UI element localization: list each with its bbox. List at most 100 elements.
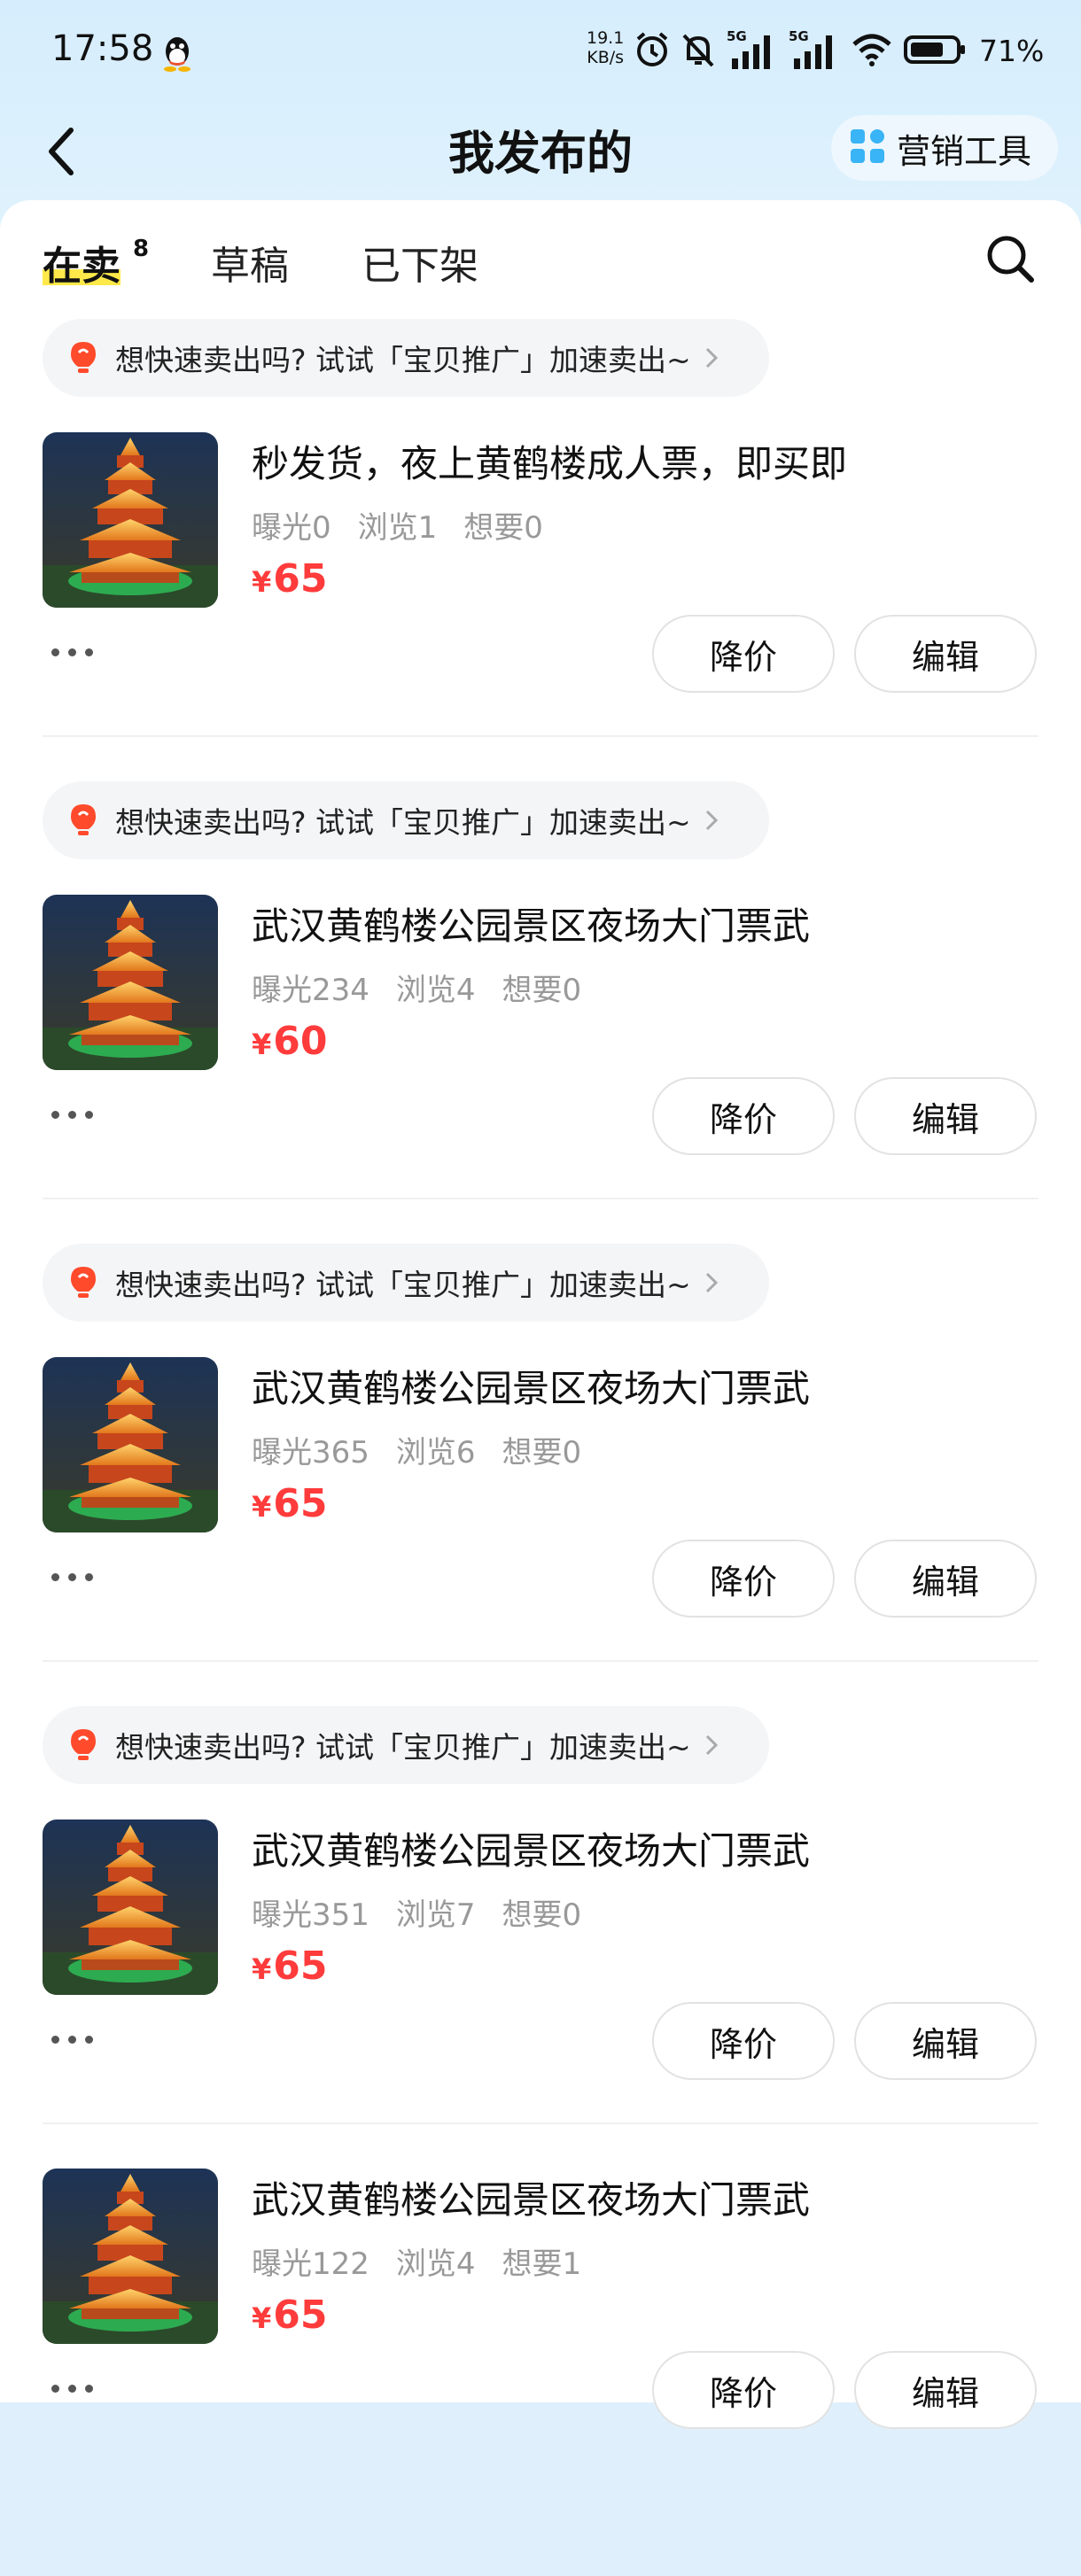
search-icon [984, 236, 1037, 289]
listing-card[interactable]: 想快速卖出吗? 试试「宝贝推广」加速卖出~ 武汉黄鹤楼公园景区夜场大门票武 曝光… [0, 1706, 1081, 2124]
listing-title[interactable]: 武汉黄鹤楼公园景区夜场大门票武 [252, 1359, 810, 1413]
tab-removed[interactable]: 已下架 [362, 234, 478, 291]
stat-exposure: 曝光351 [252, 1897, 369, 1933]
stat-views: 浏览7 [395, 1897, 476, 1933]
promo-text: 想快速卖出吗? 试试「宝贝推广」加速卖出~ [115, 343, 691, 377]
promo-text: 想快速卖出吗? 试试「宝贝推广」加速卖出~ [115, 1730, 691, 1765]
listing-card[interactable]: 想快速卖出吗? 试试「宝贝推广」加速卖出~ 秒发货，夜上黄鹤楼成人票，即买即 曝… [0, 319, 1081, 737]
marketing-tools-button[interactable]: 营销工具 [831, 115, 1058, 181]
promo-banner[interactable]: 想快速卖出吗? 试试「宝贝推广」加速卖出~ [43, 319, 769, 397]
more-options-button[interactable] [51, 2378, 101, 2399]
price-value: 65 [273, 556, 328, 601]
listing-card[interactable]: 想快速卖出吗? 试试「宝贝推广」加速卖出~ 武汉黄鹤楼公园景区夜场大门票武 曝光… [0, 1244, 1081, 1662]
marketing-tools-label: 营销工具 [897, 131, 1032, 171]
listing-thumbnail[interactable] [43, 1819, 218, 1995]
listing-price: ¥65 [252, 1944, 328, 1989]
nav-bar: 我发布的 营销工具 [0, 106, 1081, 204]
edit-button[interactable]: 编辑 [854, 615, 1037, 693]
listing-title[interactable]: 武汉黄鹤楼公园景区夜场大门票武 [252, 896, 810, 950]
reduce-price-button[interactable]: 降价 [652, 2351, 835, 2429]
stat-wants: 想要0 [502, 1435, 582, 1470]
more-options-button[interactable] [51, 2029, 101, 2050]
listing-stats: 曝光234 浏览4 想要0 [252, 966, 608, 1009]
svg-text:5G: 5G [789, 28, 809, 44]
stat-exposure: 曝光365 [252, 1435, 369, 1470]
stat-exposure: 曝光234 [252, 973, 369, 1008]
promo-banner[interactable]: 想快速卖出吗? 试试「宝贝推广」加速卖出~ [43, 1706, 769, 1784]
edit-button[interactable]: 编辑 [854, 1540, 1037, 1618]
net-speed-unit: KB/s [587, 48, 625, 67]
listing-thumbnail[interactable] [43, 895, 218, 1070]
listing-title[interactable]: 秒发货，夜上黄鹤楼成人票，即买即 [252, 434, 847, 488]
listing-title[interactable]: 武汉黄鹤楼公园景区夜场大门票武 [252, 1821, 810, 1875]
listing-title[interactable]: 武汉黄鹤楼公园景区夜场大门票武 [252, 2170, 810, 2224]
price-currency: ¥ [252, 1952, 272, 1986]
chevron-right-icon [704, 1733, 719, 1757]
promo-banner[interactable]: 想快速卖出吗? 试试「宝贝推广」加速卖出~ [43, 781, 769, 859]
main-sheet: 在卖 8 草稿 已下架 想快速卖出吗? 试试「宝贝推广」加速卖出~ 秒发货，夜上… [0, 200, 1081, 2429]
price-value: 65 [273, 2293, 328, 2338]
listing-thumbnail[interactable] [43, 2169, 218, 2344]
wifi-icon [851, 32, 893, 71]
qq-icon [159, 34, 195, 73]
promo-text: 想快速卖出吗? 试试「宝贝推广」加速卖出~ [115, 1268, 691, 1302]
listing-stats: 曝光0 浏览1 想要0 [252, 503, 570, 547]
5g-signal-icon: 5G [789, 28, 840, 74]
stat-wants: 想要0 [463, 510, 543, 546]
promo-banner[interactable]: 想快速卖出吗? 试试「宝贝推广」加速卖出~ [43, 1244, 769, 1322]
more-options-button[interactable] [51, 1104, 101, 1125]
chevron-right-icon [704, 1270, 719, 1295]
lightbulb-icon [67, 338, 99, 377]
lightbulb-icon [67, 1726, 99, 1765]
listing-card[interactable]: 武汉黄鹤楼公园景区夜场大门票武 曝光122 浏览4 想要1 ¥65 降价 编辑 [0, 2169, 1081, 2576]
stat-views: 浏览4 [395, 2246, 476, 2282]
stat-wants: 想要0 [502, 1897, 582, 1933]
battery-percent: 71% [979, 34, 1045, 68]
edit-button[interactable]: 编辑 [854, 2002, 1037, 2080]
stat-exposure: 曝光122 [252, 2246, 369, 2282]
status-time: 17:58 [51, 28, 154, 69]
price-currency: ¥ [252, 565, 272, 599]
tab-drafts[interactable]: 草稿 [211, 234, 289, 291]
more-options-button[interactable] [51, 641, 101, 663]
alarm-icon [634, 30, 670, 73]
tab-label: 在卖 [43, 244, 121, 289]
divider [43, 1660, 1038, 1662]
listing-thumbnail[interactable] [43, 432, 218, 608]
tab-count-badge: 8 [133, 236, 150, 262]
price-currency: ¥ [252, 1028, 272, 1061]
stat-views: 浏览6 [395, 1435, 476, 1470]
lightbulb-icon [67, 1263, 99, 1302]
listing-thumbnail[interactable] [43, 1357, 218, 1532]
tab-bar: 在卖 8 草稿 已下架 [0, 200, 1081, 315]
tab-on-sale[interactable]: 在卖 [43, 234, 121, 291]
reduce-price-button[interactable]: 降价 [652, 615, 835, 693]
listing-price: ¥65 [252, 556, 328, 601]
listing-stats: 曝光365 浏览6 想要0 [252, 1428, 608, 1471]
listing-card[interactable]: 想快速卖出吗? 试试「宝贝推广」加速卖出~ 武汉黄鹤楼公园景区夜场大门票武 曝光… [0, 781, 1081, 1199]
price-value: 60 [273, 1019, 328, 1064]
net-speed-value: 19.1 [587, 28, 625, 48]
divider [43, 1198, 1038, 1199]
status-bar: 17:58 19.1 KB/s 5G 5G 71% [0, 0, 1081, 106]
search-button[interactable] [984, 232, 1037, 285]
price-value: 65 [273, 1481, 328, 1526]
reduce-price-button[interactable]: 降价 [652, 1540, 835, 1618]
listing-stats: 曝光122 浏览4 想要1 [252, 2239, 608, 2283]
price-currency: ¥ [252, 1490, 272, 1524]
stat-wants: 想要1 [502, 2246, 582, 2282]
reduce-price-button[interactable]: 降价 [652, 2002, 835, 2080]
more-options-button[interactable] [51, 1566, 101, 1587]
reduce-price-button[interactable]: 降价 [652, 1077, 835, 1155]
5g-signal-icon: 5G [727, 28, 778, 74]
price-currency: ¥ [252, 2301, 272, 2335]
divider [43, 735, 1038, 737]
listing-price: ¥60 [252, 1019, 328, 1064]
svg-text:5G: 5G [727, 28, 747, 44]
edit-button[interactable]: 编辑 [854, 2351, 1037, 2429]
divider [43, 2122, 1038, 2124]
edit-button[interactable]: 编辑 [854, 1077, 1037, 1155]
stat-exposure: 曝光0 [252, 510, 331, 546]
mute-icon [680, 30, 716, 73]
promo-text: 想快速卖出吗? 试试「宝贝推广」加速卖出~ [115, 805, 691, 840]
